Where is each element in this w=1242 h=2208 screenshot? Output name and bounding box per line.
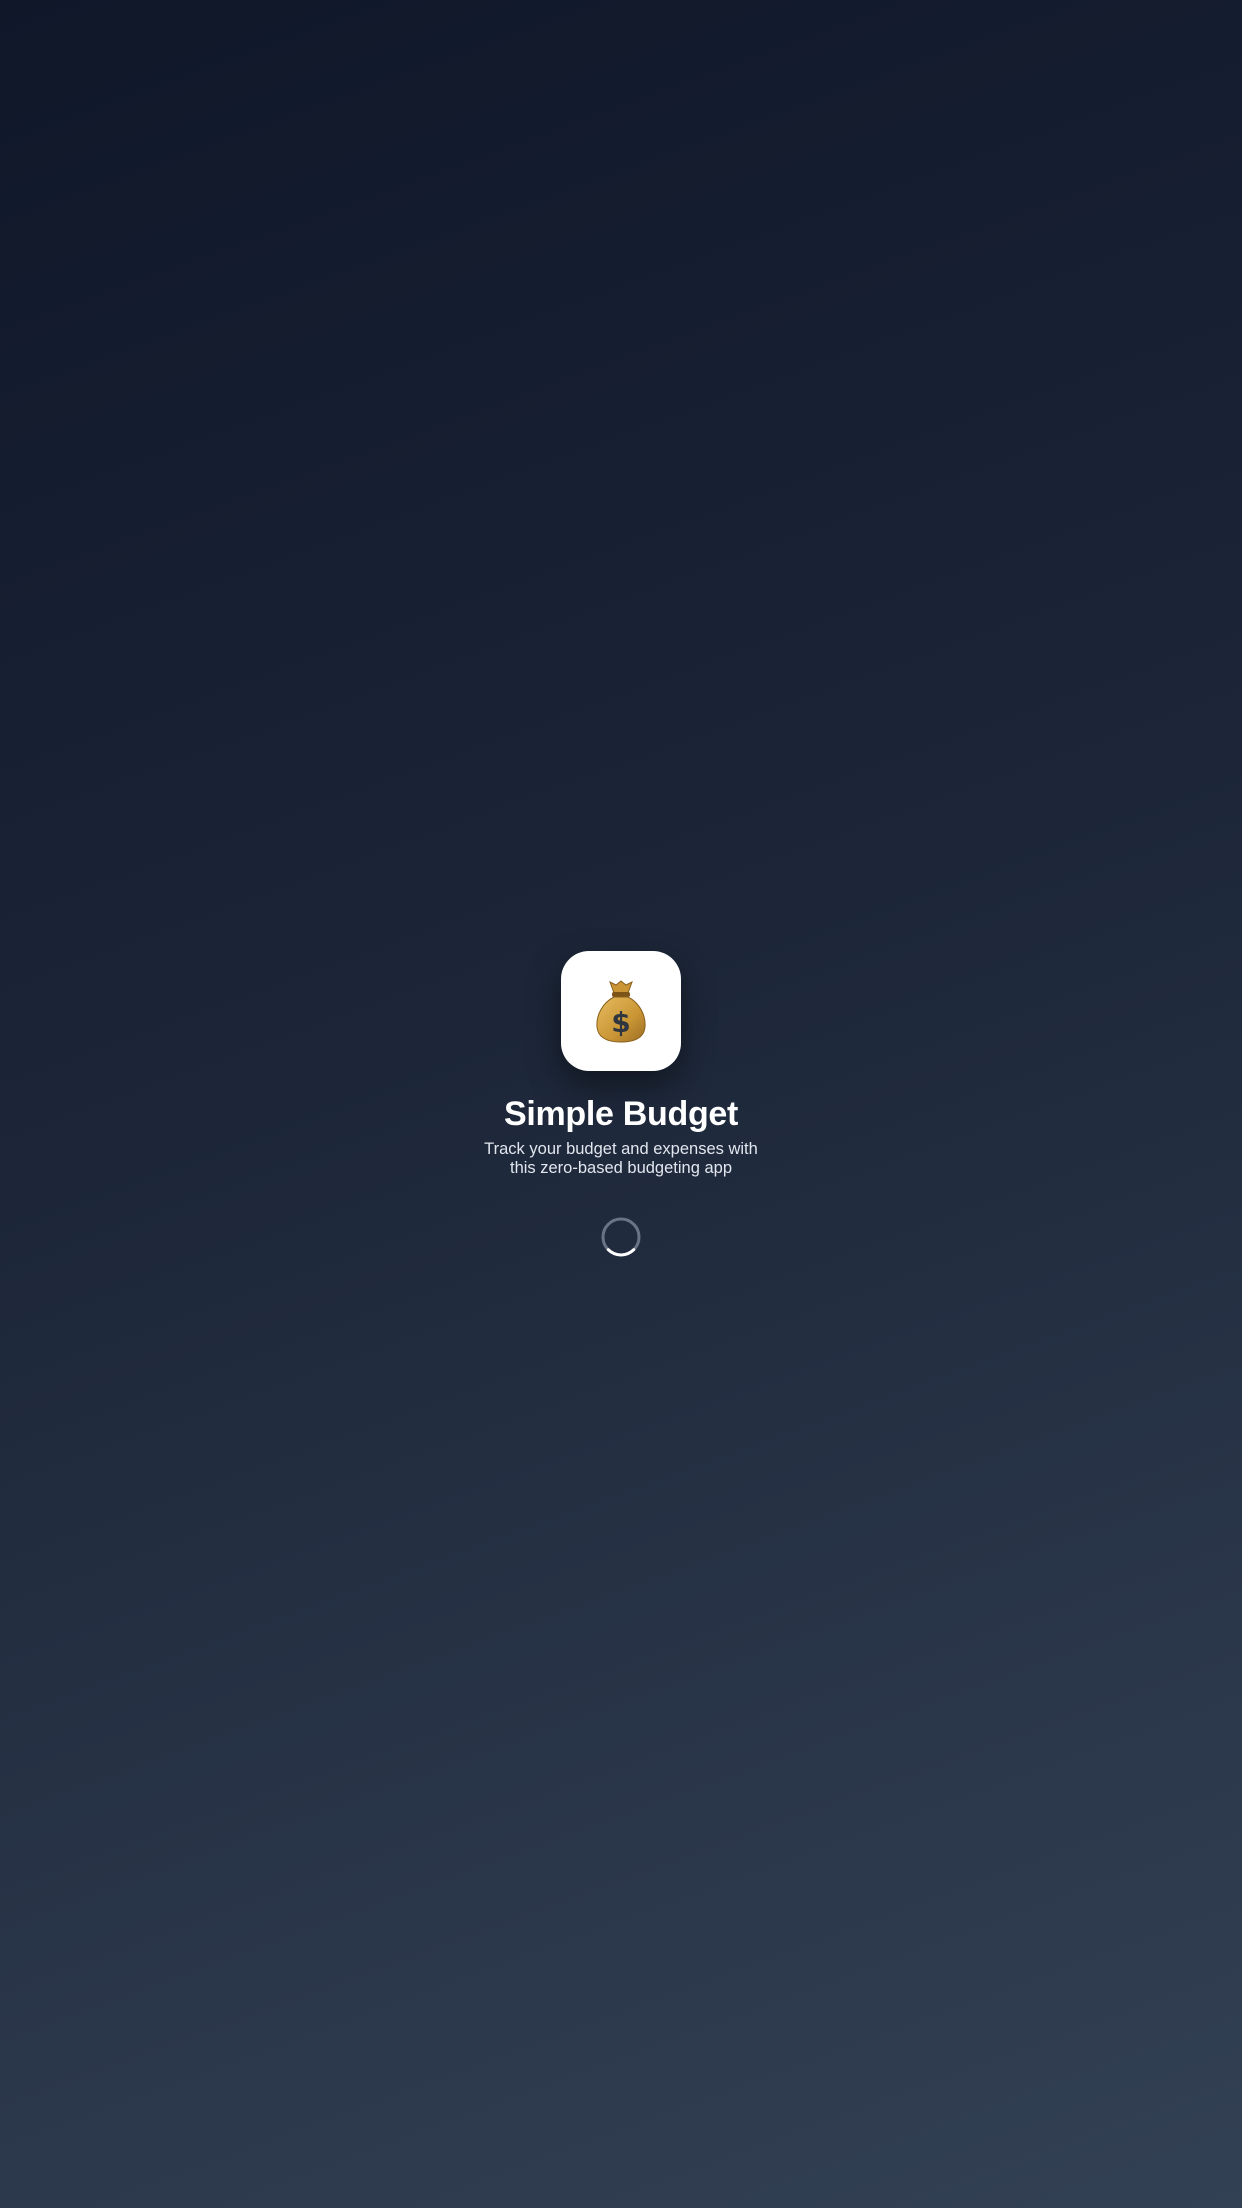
app-subtitle: Track your budget and expenses with this… bbox=[484, 1140, 758, 1177]
svg-text:$: $ bbox=[611, 1006, 630, 1039]
loading-spinner-icon bbox=[600, 1216, 642, 1258]
app-title: Simple Budget bbox=[503, 1095, 739, 1133]
app-icon-tile: $ bbox=[561, 951, 681, 1071]
money-bag-icon: $ bbox=[596, 980, 646, 1043]
splash-screen: $ Simple Budget Track your budget and ex… bbox=[0, 0, 1242, 2208]
